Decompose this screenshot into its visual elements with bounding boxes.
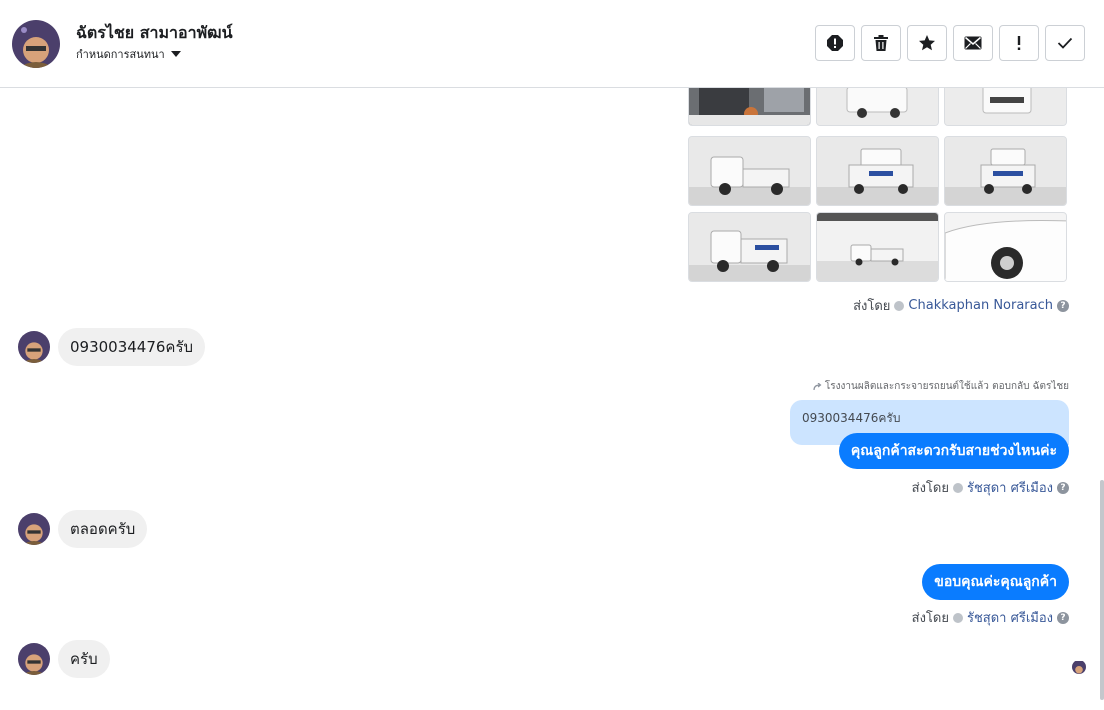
sent-by-agent[interactable]: Chakkaphan Norarach	[908, 298, 1053, 313]
sent-by-label: ส่งโดย	[853, 299, 891, 314]
chevron-down-icon	[170, 51, 181, 57]
reply-arrow-icon	[813, 382, 822, 390]
mark-spam-button[interactable]	[815, 25, 855, 61]
star-button[interactable]	[907, 25, 947, 61]
gallery-image[interactable]	[944, 212, 1067, 282]
image-gallery-message	[688, 88, 1068, 284]
agent-avatar-icon	[894, 300, 905, 311]
delete-button[interactable]	[861, 25, 901, 61]
sent-by-label: ส่งโดย	[911, 481, 949, 496]
incoming-message-row: ครับ	[18, 640, 110, 678]
contact-avatar[interactable]	[18, 331, 50, 363]
mark-unread-button[interactable]	[953, 25, 993, 61]
gallery-image[interactable]	[944, 88, 1067, 126]
sent-by-info: ส่งโดย Chakkaphan Norarach ?	[853, 295, 1069, 316]
conversation-toolbar	[815, 25, 1085, 61]
reply-context: โรงงานผลิตและกระจายรถยนต์ใช้แล้ว ตอบกลับ…	[813, 379, 1069, 394]
contact-name: ฉัตรไชย สามาอาพัฒน์	[76, 23, 233, 42]
sent-by-info: ส่งโดย รัชสุดา ศรีเมือง ?	[912, 477, 1069, 498]
gallery-image[interactable]	[688, 212, 811, 282]
follow-up-button[interactable]	[999, 25, 1039, 61]
reply-context-text: โรงงานผลิตและกระจายรถยนต์ใช้แล้ว ตอบกลับ…	[824, 381, 1069, 392]
trash-icon	[874, 35, 888, 51]
help-icon[interactable]: ?	[1057, 611, 1069, 624]
conversation-header: ฉัตรไชย สามาอาพัฒน์ กำหนดการสนทนา	[0, 0, 1104, 88]
quoted-message-text: 0930034476ครับ	[802, 411, 901, 425]
check-icon	[1057, 37, 1073, 49]
contact-avatar[interactable]	[18, 513, 50, 545]
exclamation-icon	[1017, 36, 1021, 50]
gallery-image[interactable]	[688, 136, 811, 206]
agent-avatar-icon	[952, 612, 963, 623]
contact-avatar[interactable]	[12, 20, 60, 68]
seen-indicator-avatar	[1072, 660, 1086, 674]
gallery-image[interactable]	[816, 136, 939, 206]
scrollbar-thumb[interactable]	[1100, 480, 1104, 700]
conversation-settings[interactable]: กำหนดการสนทนา	[76, 45, 181, 63]
contact-avatar[interactable]	[18, 643, 50, 675]
incoming-message-bubble[interactable]: 0930034476ครับ	[58, 328, 206, 366]
help-icon[interactable]: ?	[1057, 299, 1069, 312]
mail-icon	[964, 36, 982, 50]
gallery-image[interactable]	[944, 136, 1067, 206]
gallery-image[interactable]	[816, 88, 939, 126]
agent-avatar-icon	[952, 482, 963, 493]
sent-by-label: ส่งโดย	[911, 611, 949, 626]
outgoing-message-bubble[interactable]: คุณลูกค้าสะดวกรับสายช่วงไหนค่ะ	[838, 433, 1069, 469]
outgoing-message-bubble[interactable]: ขอบคุณค่ะคุณลูกค้า	[922, 564, 1069, 600]
conversation-scrollbar[interactable]	[1099, 88, 1104, 710]
sent-by-info: ส่งโดย รัชสุดา ศรีเมือง ?	[912, 607, 1069, 628]
gallery-image[interactable]	[688, 88, 811, 126]
incoming-message-row: ตลอดครับ	[18, 510, 148, 548]
sent-by-agent[interactable]: รัชสุดา ศรีเมือง	[967, 477, 1053, 498]
incoming-message-row: 0930034476ครับ	[18, 328, 206, 366]
incoming-message-bubble[interactable]: ครับ	[58, 640, 110, 678]
mark-done-button[interactable]	[1045, 25, 1085, 61]
sent-by-agent[interactable]: รัชสุดา ศรีเมือง	[967, 607, 1053, 628]
incoming-message-bubble[interactable]: ตลอดครับ	[58, 510, 148, 548]
spam-icon	[827, 35, 843, 51]
star-icon	[919, 35, 935, 51]
help-icon[interactable]: ?	[1057, 481, 1069, 494]
gallery-image[interactable]	[816, 212, 939, 282]
conversation-settings-label: กำหนดการสนทนา	[76, 48, 165, 61]
